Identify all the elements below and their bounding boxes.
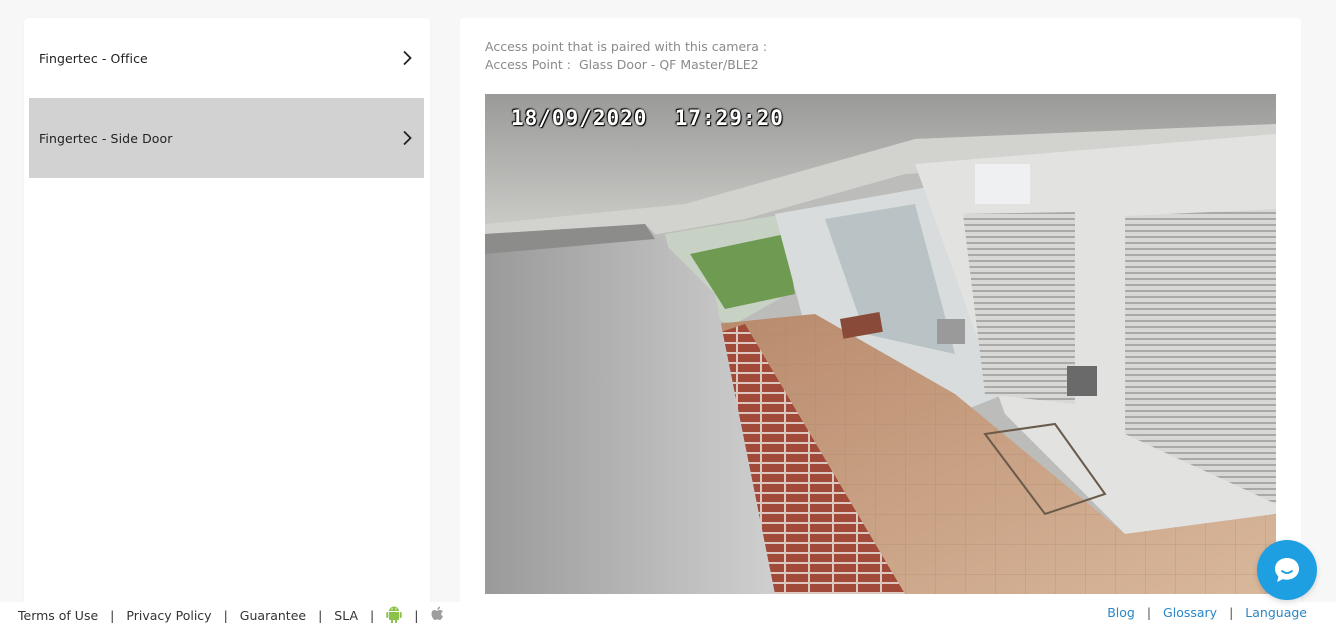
chat-bubble-icon bbox=[1275, 558, 1299, 582]
footer-separator: | bbox=[1146, 605, 1152, 620]
glossary-link[interactable]: Glossary bbox=[1163, 605, 1217, 620]
feed-timestamp: 18/09/2020 17:29:20 bbox=[511, 106, 784, 130]
camera-item-office[interactable]: Fingertec - Office bbox=[29, 18, 424, 98]
footer-separator: | bbox=[414, 608, 419, 623]
language-link[interactable]: Language bbox=[1245, 605, 1307, 620]
footer-separator: | bbox=[110, 608, 115, 623]
paired-access-point-info: Access point that is paired with this ca… bbox=[485, 38, 767, 74]
camera-view-panel: Access point that is paired with this ca… bbox=[460, 18, 1301, 618]
paired-text: Access point that is paired with this ca… bbox=[485, 39, 768, 54]
privacy-policy-link[interactable]: Privacy Policy bbox=[126, 608, 211, 623]
footer-separator: | bbox=[318, 608, 323, 623]
access-point-row: Access Point : Glass Door - QF Master/BL… bbox=[485, 56, 767, 74]
footer-left-links: Terms of Use | Privacy Policy | Guarante… bbox=[18, 605, 446, 626]
footer-separator: | bbox=[223, 608, 228, 623]
camera-item-label: Fingertec - Side Door bbox=[39, 130, 173, 146]
access-point-label: Access Point : bbox=[485, 57, 571, 72]
camera-feed-image bbox=[485, 94, 1276, 594]
footer-separator: | bbox=[370, 608, 375, 623]
apple-icon[interactable] bbox=[430, 605, 446, 626]
camera-list-panel: Fingertec - Office Fingertec - Side Door bbox=[24, 18, 430, 618]
camera-item-side-door[interactable]: Fingertec - Side Door bbox=[29, 98, 424, 178]
terms-of-use-link[interactable]: Terms of Use bbox=[18, 608, 98, 623]
footer: Terms of Use | Privacy Policy | Guarante… bbox=[0, 602, 1336, 630]
footer-right-links: Blog | Glossary | Language bbox=[1107, 605, 1307, 620]
chat-button[interactable] bbox=[1257, 540, 1317, 600]
camera-item-label: Fingertec - Office bbox=[39, 50, 148, 66]
camera-feed: 18/09/2020 17:29:20 bbox=[485, 94, 1276, 594]
sla-link[interactable]: SLA bbox=[334, 608, 358, 623]
access-point-value: Glass Door - QF Master/BLE2 bbox=[578, 57, 759, 72]
guarantee-link[interactable]: Guarantee bbox=[240, 608, 306, 623]
footer-separator: | bbox=[1229, 605, 1234, 620]
chevron-right-icon bbox=[402, 50, 412, 66]
chevron-right-icon bbox=[402, 130, 412, 146]
android-icon[interactable] bbox=[386, 605, 402, 626]
blog-link[interactable]: Blog bbox=[1107, 605, 1135, 620]
